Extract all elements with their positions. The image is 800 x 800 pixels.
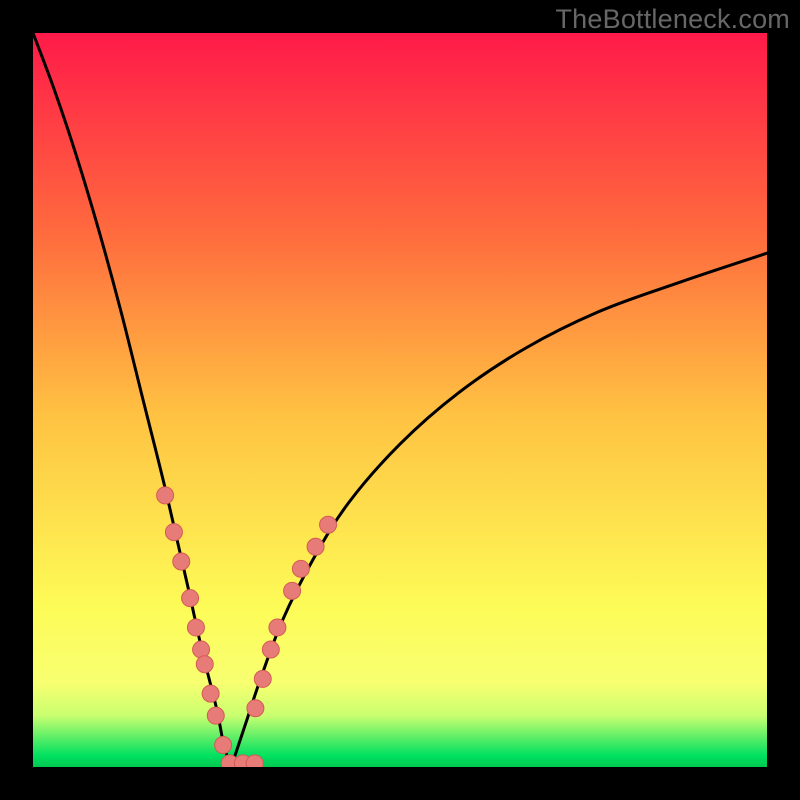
data-point <box>307 538 324 555</box>
bottleneck-chart <box>33 33 767 767</box>
data-point <box>246 755 263 767</box>
data-point <box>247 700 264 717</box>
data-point <box>320 516 337 533</box>
data-point <box>269 619 286 636</box>
data-point <box>292 560 309 577</box>
data-point <box>157 487 174 504</box>
outer-black-frame: TheBottleneck.com <box>0 0 800 800</box>
data-point <box>262 641 279 658</box>
data-point <box>207 707 224 724</box>
data-point <box>173 553 190 570</box>
data-point <box>215 736 232 753</box>
data-point <box>202 685 219 702</box>
data-point <box>193 641 210 658</box>
data-point <box>182 590 199 607</box>
data-point <box>284 582 301 599</box>
data-point <box>254 670 271 687</box>
data-point <box>165 524 182 541</box>
watermark-text: TheBottleneck.com <box>555 4 790 35</box>
data-point <box>196 656 213 673</box>
data-point <box>187 619 204 636</box>
